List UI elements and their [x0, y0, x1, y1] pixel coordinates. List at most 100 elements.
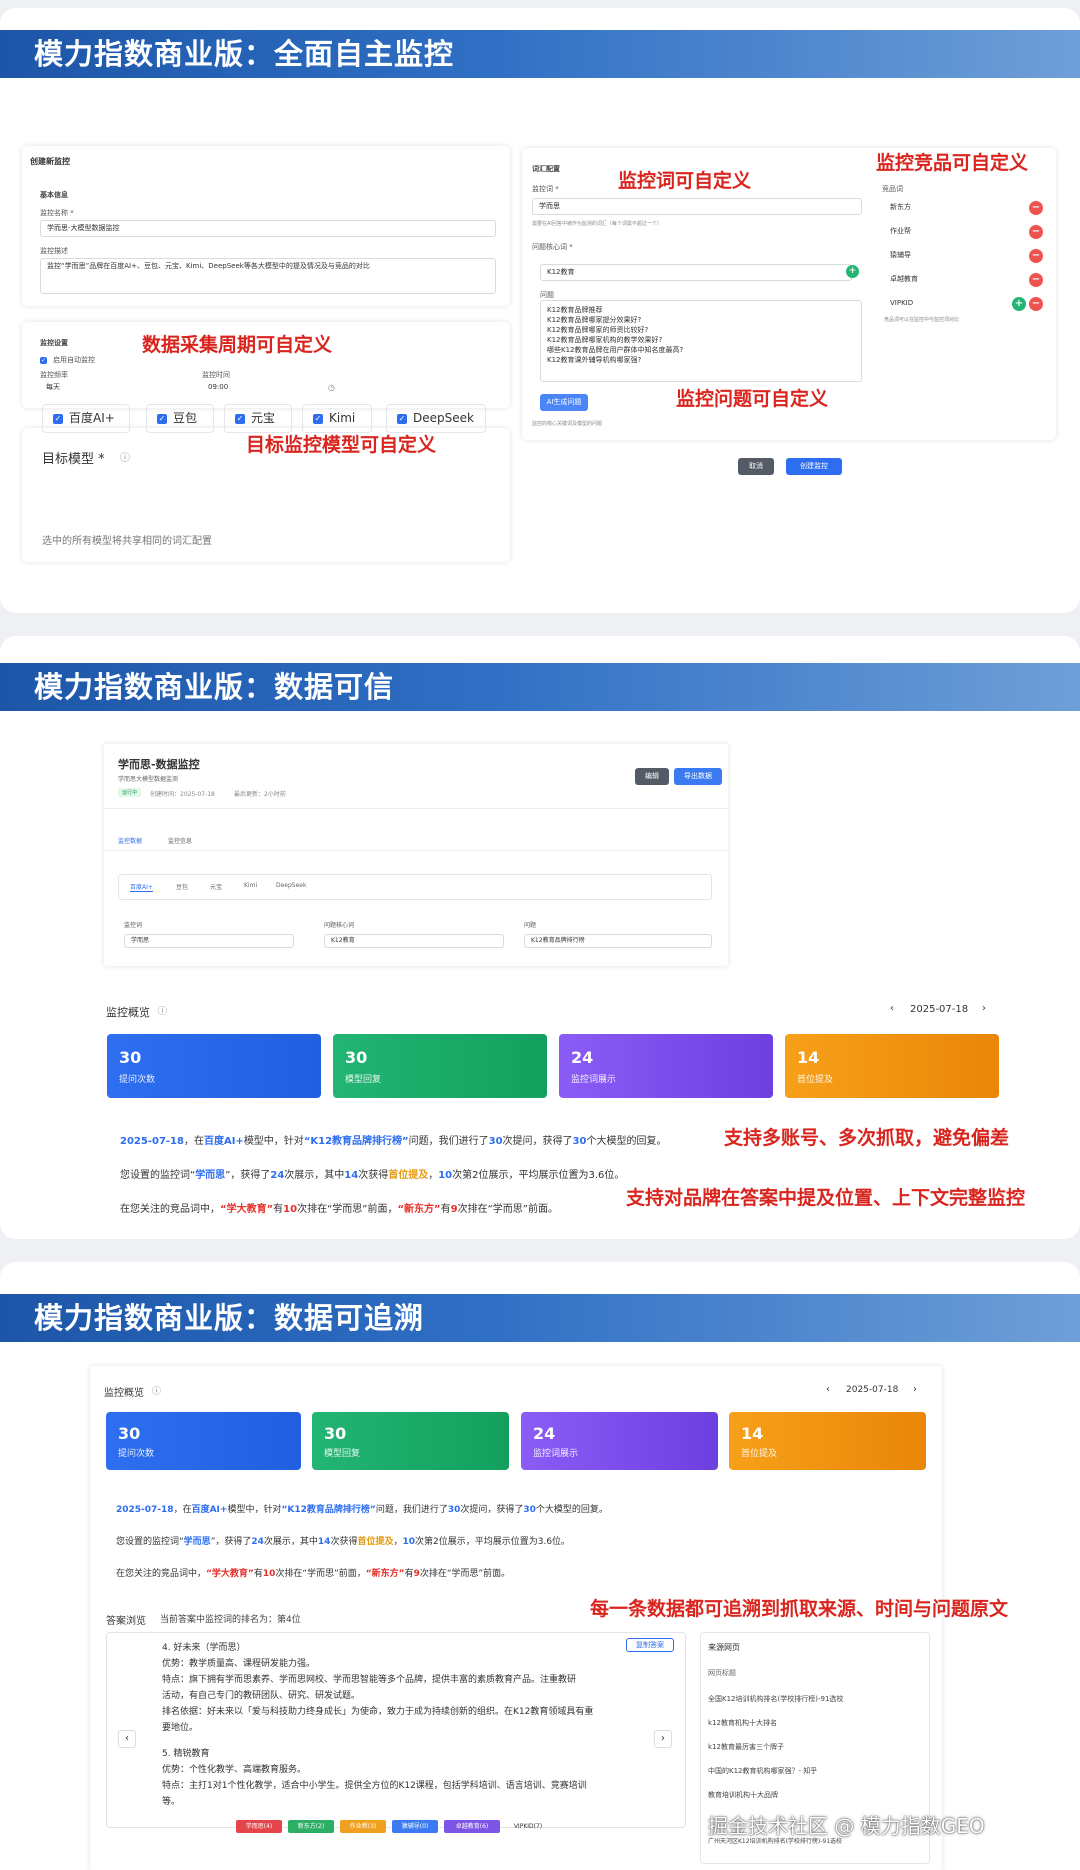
remove-competitor-button[interactable]: − [1029, 201, 1043, 215]
summary-line-3: 在您关注的竞品词中，“学大教育”有10次排在“学而思”前面，“新东方”有9次排在… [116, 1569, 511, 1579]
tag-yuanfudao[interactable]: 猿辅导(0) [392, 1820, 438, 1833]
copy-answer-button[interactable]: 复制答案 [626, 1638, 674, 1652]
questions-textarea[interactable]: K12教育品牌推荐 K12教育品牌哪家提分效果好? K12教育品牌哪家的师资比较… [540, 300, 862, 382]
model-label: DeepSeek [413, 411, 474, 425]
add-core-button[interactable]: + [846, 265, 859, 278]
auto-enable-checkbox[interactable]: ✓ 启用自动监控 [40, 355, 95, 365]
edit-button[interactable]: 编辑 [635, 768, 669, 785]
model-checkbox-yuanbao[interactable]: ✓ 元宝 [224, 404, 292, 433]
next-date-button[interactable]: › [913, 1384, 917, 1395]
summary-line-2: 您设置的监控词“学而思”，获得了24次展示，其中14次获得首位提及，10次第2位… [120, 1170, 625, 1181]
model-tab-yuanbao[interactable]: 元宝 [210, 882, 222, 891]
answer-feature: 等。 [162, 1797, 181, 1807]
summary-line-2: 您设置的监控词“学而思”，获得了24次展示，其中14次获得首位提及，10次第2位… [116, 1537, 571, 1547]
remove-competitor-button[interactable]: − [1029, 225, 1043, 239]
stat-label: 模型回复 [324, 1449, 361, 1459]
tag-vipkid[interactable]: VIPKID(7) [506, 1820, 550, 1833]
model-label: 豆包 [173, 411, 198, 425]
stat-number: 24 [571, 1048, 594, 1067]
model-checkbox-doubao[interactable]: ✓ 豆包 [146, 404, 214, 433]
comp-input-1[interactable]: 新东方 [884, 200, 1024, 217]
export-button[interactable]: 导出数据 [674, 768, 722, 785]
tag-xindongfang[interactable]: 新东方(2) [288, 1820, 334, 1833]
answer-item-title: 5. 精锐教育 [162, 1749, 210, 1759]
filter2-label: 问题核心词 [324, 922, 355, 929]
stat-number: 30 [345, 1048, 368, 1067]
core-label: 问题核心词 * [532, 243, 573, 251]
stat-label: 提问次数 [118, 1449, 155, 1459]
next-date-button[interactable]: › [982, 1003, 986, 1014]
tag-zuoyebang[interactable]: 作业帮(3) [340, 1820, 386, 1833]
stat-label: 监控词展示 [571, 1075, 617, 1085]
cancel-button[interactable]: 取消 [738, 458, 774, 475]
prev-date-button[interactable]: ‹ [890, 1003, 894, 1014]
comp-input-4[interactable]: 卓越教育 [884, 272, 1024, 289]
create-title: 创建新监控 [30, 157, 70, 166]
tag-xueersi[interactable]: 学而思(4) [236, 1820, 282, 1833]
model-checkbox-baidu[interactable]: ✓ 百度AI+ [42, 404, 130, 433]
kw-label: 监控词 * [532, 185, 559, 193]
tag-zhuoyue[interactable]: 卓越教育(6) [444, 1820, 500, 1833]
tab-monitor-data[interactable]: 监控数据 [118, 836, 142, 845]
remove-competitor-button[interactable]: − [1029, 273, 1043, 287]
filter1-select[interactable]: 学而思 [124, 934, 294, 948]
section2-banner: 模力指数商业版：数据可信 [0, 663, 1080, 711]
desc-textarea[interactable]: 监控“学而思”品牌在百度AI+、豆包、元宝、Kimi、DeepSeek等各大模型… [40, 258, 496, 294]
section1-banner: 模力指数商业版：全面自主监控 [0, 30, 1080, 78]
answer-advantage: 优势：教学质量高、课程研发能力强。 [162, 1659, 316, 1669]
source-link[interactable]: k12教育机构十大排名 [708, 1718, 777, 1728]
comp-input-3[interactable]: 猿辅导 [884, 248, 1024, 265]
kw-input[interactable]: 学而思 [532, 198, 862, 215]
name-input[interactable]: 学而思-大模型数据监控 [40, 220, 496, 237]
filter2-select[interactable]: K12教育 [324, 934, 504, 948]
filter3-select[interactable]: K12教育品牌排行榜 [524, 934, 712, 948]
filter3-label: 问题 [524, 922, 537, 929]
ai-generate-button[interactable]: AI生成问题 [540, 394, 588, 411]
model-tab-kimi[interactable]: Kimi [244, 882, 257, 889]
clock-icon: ◷ [328, 383, 335, 392]
desc-label: 监控描述 [40, 247, 68, 255]
stat-label: 监控词展示 [533, 1449, 579, 1459]
stat-card-replies: 30 模型回复 [333, 1034, 547, 1098]
comp-input-2[interactable]: 作业帮 [884, 224, 1024, 241]
next-answer-button[interactable]: › [654, 1730, 672, 1748]
source-link[interactable]: 中国的K12教育机构哪家强？- 知乎 [708, 1766, 817, 1776]
remove-competitor-button[interactable]: − [1029, 297, 1043, 311]
divider [104, 808, 728, 809]
stat-card-mentions: 24 监控词展示 [521, 1412, 718, 1470]
remove-competitor-button[interactable]: − [1029, 249, 1043, 263]
model-checkbox-deepseek[interactable]: ✓ DeepSeek [386, 404, 486, 433]
comp-input-5[interactable]: VIPKID [884, 296, 1010, 313]
annotation-context: 支持对品牌在答案中提及位置、上下文完整监控 [626, 1187, 1026, 1209]
freq-select[interactable]: 每天 [40, 380, 215, 397]
freq-label: 监控频率 [40, 371, 68, 379]
question-line: K12教育品牌哪家的师资比较好? [547, 326, 649, 334]
name-label: 监控名称 * [40, 209, 74, 217]
model-checkbox-kimi[interactable]: ✓ Kimi [302, 404, 372, 433]
model-tab-doubao[interactable]: 豆包 [176, 882, 188, 891]
time-label: 监控时间 [202, 371, 230, 379]
answer-feature: 活动，有自己专门的教研团队、研究、研发试题。 [162, 1691, 361, 1701]
stat-number: 30 [324, 1424, 347, 1443]
source-link[interactable]: 全国K12培训机构排名(学校排行榜)-91选校 [708, 1694, 843, 1704]
stat-number: 14 [797, 1048, 820, 1067]
tab-monitor-info[interactable]: 监控信息 [168, 836, 192, 845]
create-monitor-button[interactable]: 创建监控 [786, 458, 842, 475]
stat-card-first: 14 首位提及 [785, 1034, 999, 1098]
question-line: K12教育课外辅导机构哪家强? [547, 356, 642, 364]
model-tab-deepseek[interactable]: DeepSeek [276, 882, 306, 889]
source-link[interactable]: k12教育最厉害三个牌子 [708, 1742, 784, 1752]
add-competitor-button[interactable]: + [1012, 297, 1026, 311]
monitor-settings-heading: 监控设置 [40, 339, 68, 347]
model-tab-baidu[interactable]: 百度AI+ [130, 882, 153, 892]
prev-date-button[interactable]: ‹ [826, 1384, 830, 1395]
kw-note: 需要在AI回答中被作为监测的词汇（每个词需不超过一个） [532, 221, 662, 227]
core-input[interactable]: K12教育 [540, 264, 852, 281]
sources-header: 网页标题 [708, 1669, 736, 1677]
question-line: K12教育品牌推荐 [547, 306, 603, 314]
summary-line-1: 2025-07-18，在百度AI+模型中，针对“K12教育品牌排行榜”问题，我们… [120, 1136, 667, 1147]
answer-rank-basis: 排名依据：好未来以「爱与科技助力终身成长」为使命，致力于成为持续创新的组织。在K… [162, 1707, 594, 1717]
overview-title: 监控概览 [104, 1388, 144, 1399]
source-link[interactable]: 教育培训机构十大品牌 [708, 1790, 778, 1800]
prev-answer-button[interactable]: ‹ [118, 1730, 136, 1748]
